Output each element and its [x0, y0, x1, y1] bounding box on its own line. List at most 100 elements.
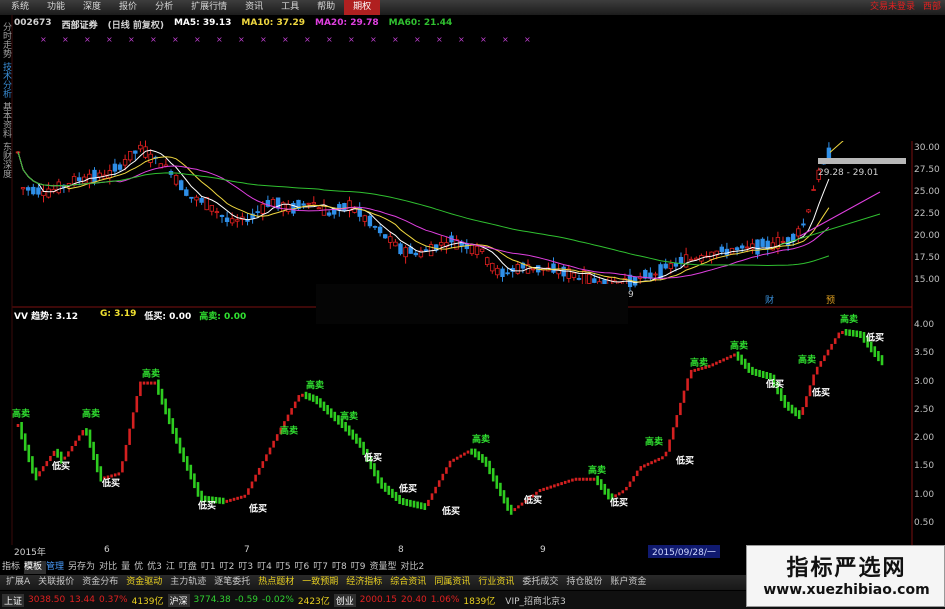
indicator-bar [358, 437, 362, 448]
menu-item-0[interactable]: 系统 [2, 0, 38, 15]
extension-tab-12[interactable]: 委托成交 [518, 575, 562, 590]
extension-tab-8[interactable]: 经济指标 [342, 575, 386, 590]
extension-tab-11[interactable]: 行业资讯 [474, 575, 518, 590]
indicator-bar [157, 379, 160, 395]
indicator-bar [128, 428, 131, 445]
indicator-tick-label: 1.50 [914, 461, 935, 472]
extension-tab-1[interactable]: 关联报价 [34, 575, 78, 590]
extension-tab-7[interactable]: 一致预期 [298, 575, 342, 590]
indicator-tab-17[interactable]: 叮8 [332, 561, 351, 574]
signal-marker: × [282, 35, 289, 44]
extension-tab-6[interactable]: 热点题材 [254, 575, 298, 590]
candle-body [490, 262, 495, 272]
indicator-tab-4[interactable]: 对比 [99, 561, 121, 574]
extension-tab-3[interactable]: 资金驱动 [122, 575, 166, 590]
signal-marker: × [370, 35, 377, 44]
event-marker-forecast[interactable]: 预 [826, 295, 835, 306]
indicator-tab-10[interactable]: 叮1 [201, 561, 220, 574]
extension-tab-9[interactable]: 综合资讯 [386, 575, 430, 590]
signal-marker: × [62, 35, 69, 44]
indicator-bar [92, 441, 95, 461]
indicator-bar [880, 355, 884, 366]
indicator-bar [355, 433, 358, 444]
signal-marker: × [40, 35, 47, 44]
candle-body [97, 172, 102, 178]
extension-tab-0[interactable]: 扩展A [2, 575, 34, 590]
candle-body [184, 189, 189, 196]
indicator-bar [859, 331, 862, 339]
signal-marker: × [238, 35, 245, 44]
indicator-tab-7[interactable]: 优3 [147, 561, 166, 574]
signal-marker: × [106, 35, 113, 44]
candle-body [551, 263, 556, 273]
indicator-tab-5[interactable]: 量 [121, 561, 134, 574]
price-tick-label: 17.50 [914, 253, 940, 263]
indicator-tab-8[interactable]: 江 [166, 561, 179, 574]
indicator-bar [344, 422, 347, 432]
indicator-tab-12[interactable]: 叮3 [238, 561, 257, 574]
menu-item-2[interactable]: 深度 [74, 0, 110, 15]
indicator-bar [394, 491, 398, 501]
indicator-tab-20[interactable]: 对比2 [401, 561, 429, 574]
indicator-tab-19[interactable]: 资量型 [369, 561, 400, 574]
indicator-bar [797, 410, 801, 419]
indicator-tab-0[interactable]: 指标 [2, 561, 24, 574]
event-marker-finance[interactable]: 财 [765, 294, 774, 306]
indicator-bar [52, 450, 56, 456]
menu-item-options[interactable]: 期权 [344, 0, 381, 15]
indicator-bar [671, 427, 675, 440]
low-buy-value: 低买: 0.00 [144, 312, 192, 322]
menu-item-1[interactable]: 功能 [38, 0, 74, 15]
candle-body [653, 273, 658, 276]
indicator-bar [85, 428, 88, 436]
menu-item-5[interactable]: 扩展行情 [182, 0, 236, 15]
indicator-tab-11[interactable]: 叮2 [220, 561, 239, 574]
indicator-tab-1[interactable]: 模板 [24, 561, 47, 574]
menu-item-7[interactable]: 工具 [272, 0, 308, 15]
menu-item-8[interactable]: 帮助 [308, 0, 344, 15]
signal-marker: × [392, 35, 399, 44]
extension-tab-14[interactable]: 账户资金 [606, 575, 650, 590]
indicator-bar [175, 427, 178, 444]
indicator-tab-3[interactable]: 另存为 [68, 561, 99, 574]
indicator-bar [733, 353, 736, 357]
ma20-value: MA20: 29.78 [315, 18, 379, 28]
extension-tab-10[interactable]: 同属资讯 [430, 575, 474, 590]
menu-right-status: 交易未登录 西部 [870, 0, 941, 15]
indicator-bar [304, 391, 308, 400]
extension-tab-5[interactable]: 逐笔委托 [210, 575, 254, 590]
indicator-tab-6[interactable]: 优 [134, 561, 147, 574]
candle-body [500, 268, 505, 277]
indicator-bar [383, 482, 387, 492]
candle-body [796, 228, 801, 237]
extension-tab-13[interactable]: 持仓股份 [562, 575, 606, 590]
high-sell-signal: 高卖 [142, 368, 160, 380]
indicator-bar [34, 467, 38, 481]
indicator-tab-16[interactable]: 叮7 [313, 561, 332, 574]
indicator-tab-9[interactable]: 叮盘 [179, 561, 201, 574]
menu-item-6[interactable]: 资讯 [236, 0, 272, 15]
candle-body [382, 234, 388, 239]
extension-tab-4[interactable]: 主力轨迹 [166, 575, 210, 590]
signal-marker: × [194, 35, 201, 44]
indicator-bar [232, 497, 236, 501]
menu-item-4[interactable]: 分析 [146, 0, 182, 15]
low-buy-signal: 低买 [197, 500, 216, 512]
candle-body [530, 268, 536, 271]
indicator-bar [848, 329, 851, 337]
indicator-bar [743, 358, 747, 369]
indicator-tab-2[interactable]: 管理 [46, 561, 68, 574]
indicator-bar [38, 471, 41, 477]
redaction-block-middle [316, 284, 628, 324]
indicator-tick-label: 4.00 [914, 320, 935, 330]
indicator-bar [437, 480, 441, 487]
extension-tab-2[interactable]: 资金分布 [78, 575, 122, 590]
menu-item-3[interactable]: 报价 [110, 0, 146, 15]
indicator-tab-15[interactable]: 叮6 [295, 561, 314, 574]
indicator-tab-18[interactable]: 叮9 [351, 561, 370, 574]
high-sell-signal: 高卖 [82, 407, 100, 419]
indicator-tab-13[interactable]: 叮4 [257, 561, 276, 574]
indicator-bar [643, 464, 646, 468]
indicator-bar [729, 355, 733, 359]
indicator-tab-14[interactable]: 叮5 [276, 561, 295, 574]
